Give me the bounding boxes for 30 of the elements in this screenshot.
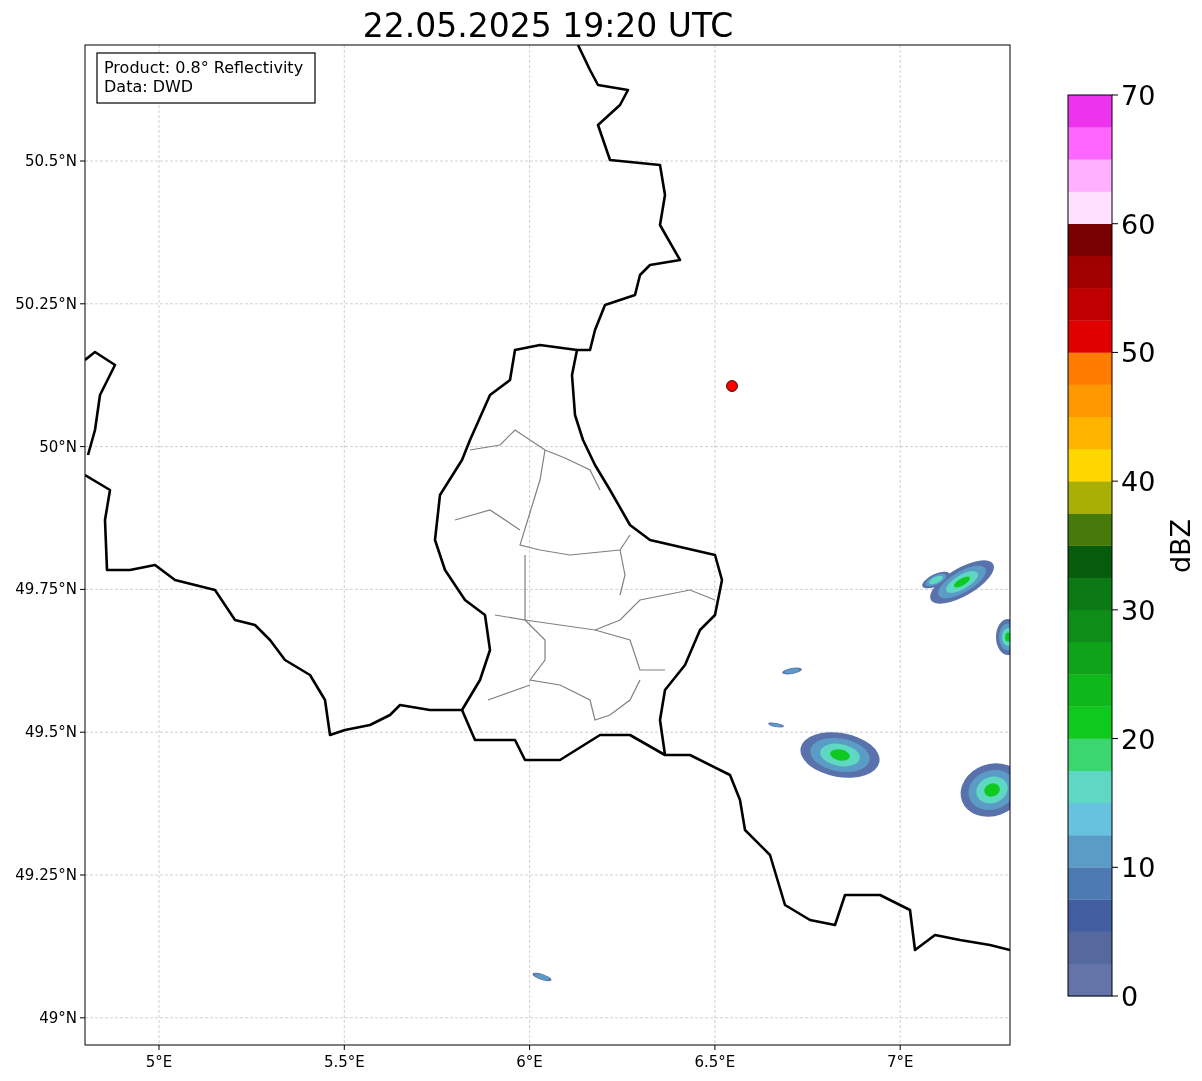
axis-tick-label: 49.25°N: [15, 866, 77, 884]
colorbar-tick-label: 70: [1121, 80, 1156, 111]
colorbar-tick-label: 30: [1121, 594, 1156, 626]
axis-tick-label: 6°E: [516, 1053, 543, 1071]
radar-echo: [532, 972, 552, 982]
axis-tick-label: 6.5°E: [694, 1053, 736, 1071]
legend-text: Data: DWD: [104, 77, 194, 96]
axis-tick-label: 7°E: [886, 1053, 914, 1071]
radar-echo: [782, 667, 802, 675]
colorbar-tick-label: 60: [1121, 208, 1156, 240]
axis-tick-label: 49.75°N: [15, 580, 77, 599]
axis-tick-label: 49°N: [39, 1008, 77, 1027]
axis-tick-label: 50.25°N: [15, 294, 77, 313]
radar-echo: [768, 722, 784, 728]
axis-tick-label: 5.5°E: [323, 1053, 365, 1071]
axis-tick-label: 50°N: [39, 437, 77, 456]
colorbar-tick-label: 10: [1121, 852, 1156, 884]
axis-tick-label: 49.5°N: [24, 723, 77, 742]
colorbar-tick-label: 0: [1121, 981, 1139, 1012]
chart-title: 22.05.2025 19:20 UTC: [362, 6, 734, 45]
axis-tick-label: 5°E: [145, 1053, 173, 1071]
axis-tick-label: 50.5°N: [24, 152, 77, 170]
radar-echo: [960, 763, 1010, 817]
radar-echo: [996, 619, 1010, 655]
colorbar-tick-label: 20: [1121, 723, 1156, 755]
legend-text: Product: 0.8° Reflectivity: [104, 58, 304, 77]
colorbar-tick-label: 50: [1121, 337, 1156, 369]
colorbar-tick-label: 40: [1121, 466, 1156, 498]
station-marker: [726, 380, 738, 392]
colorbar-label: dBZ: [1165, 518, 1196, 574]
